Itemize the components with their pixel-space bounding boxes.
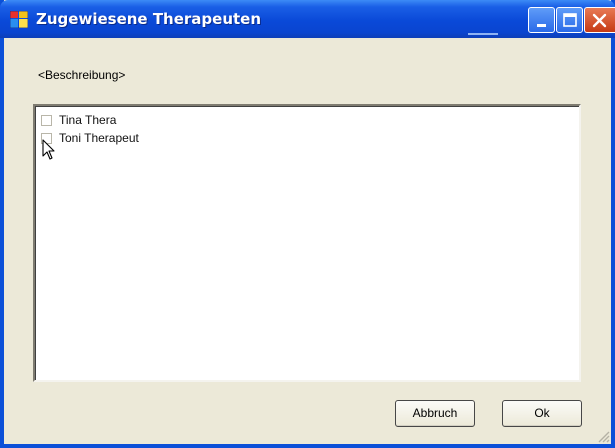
app-icon [9,10,29,29]
resize-grip-icon[interactable] [596,429,610,448]
description-label: <Beschreibung> [38,68,126,82]
maximize-icon [563,13,577,27]
maximize-button[interactable] [556,7,583,33]
mouse-pointer-icon [42,139,56,166]
checkbox[interactable] [41,114,52,126]
ok-button[interactable]: Ok [502,400,582,427]
list-item-label: Tina Thera [59,113,117,127]
minimize-icon [537,24,546,27]
list-item[interactable]: Tina Thera [41,112,116,128]
minimize-button[interactable] [528,7,555,33]
title-accent [468,33,498,35]
close-button[interactable] [584,7,615,33]
title-bar[interactable]: Zugewiesene Therapeuten [0,0,615,38]
cancel-button[interactable]: Abbruch [395,400,475,427]
window-title: Zugewiesene Therapeuten [36,10,262,28]
therapist-checklist[interactable]: Tina Thera Toni Therapeut [33,104,581,382]
list-item-label: Toni Therapeut [59,131,139,145]
close-icon [592,13,607,28]
